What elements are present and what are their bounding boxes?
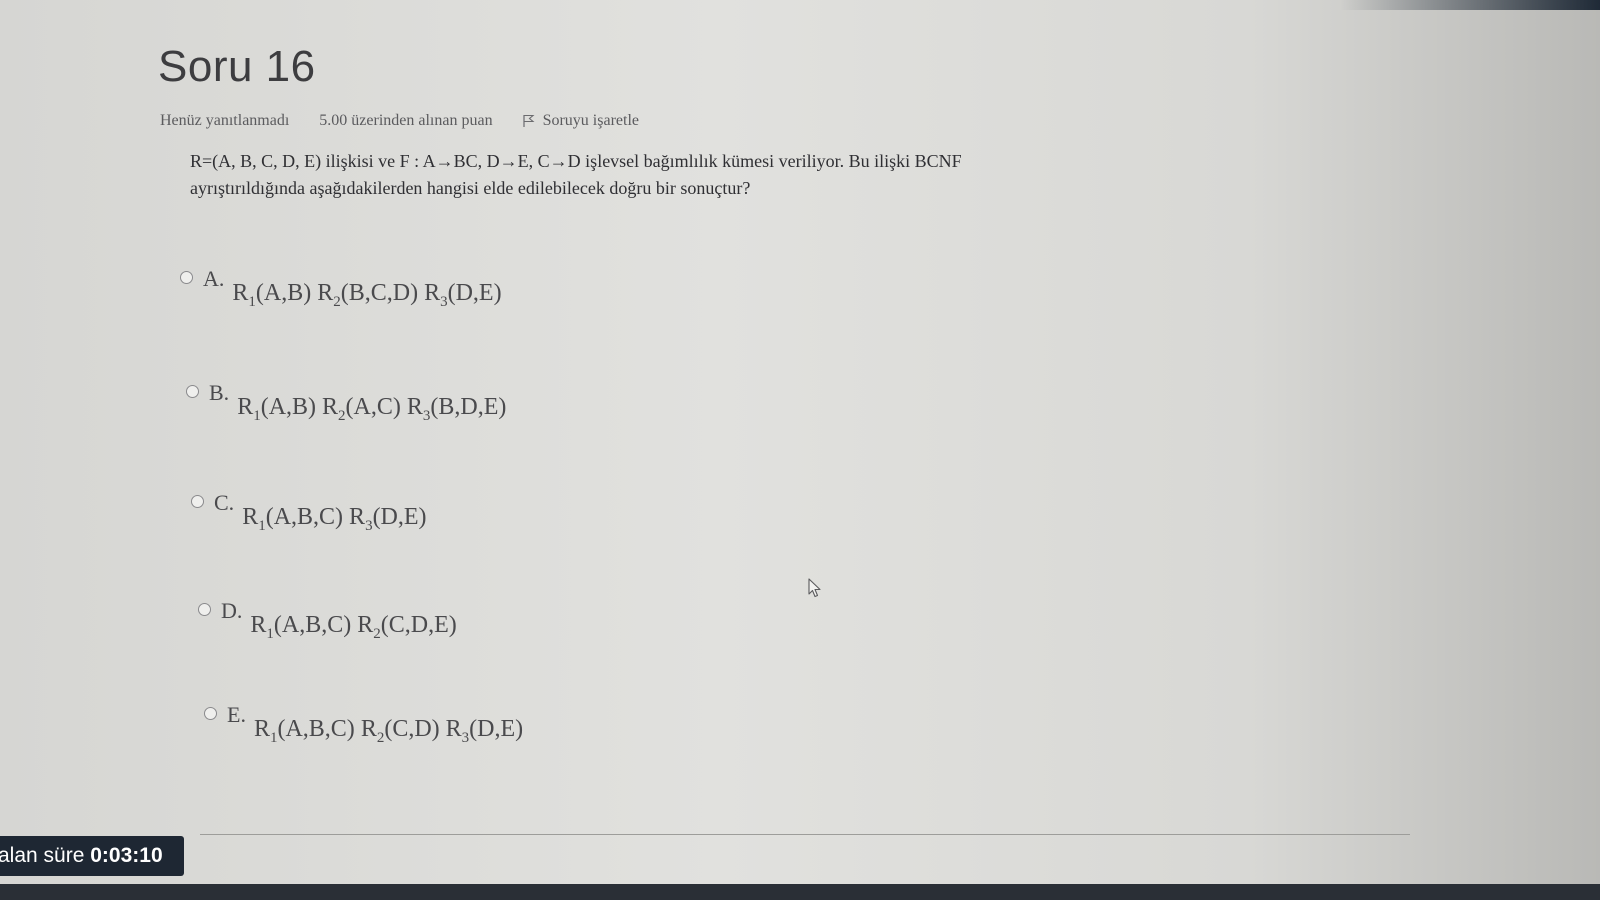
relation-attributes: (D,E) <box>372 504 427 530</box>
answer-list: A. R1(A,B) R2(B,C,D) R3(D,E) B. R1(A,B) … <box>0 0 1600 900</box>
relation-attributes: (B,C,D) <box>340 280 419 306</box>
relation: R1(A,B,C) <box>253 716 355 746</box>
relation-subscript: 3 <box>365 517 373 534</box>
relation: R2(A,C) <box>322 394 401 424</box>
relation: R1(A,B) <box>237 394 317 424</box>
footer-divider <box>200 834 1410 835</box>
flag-question-link[interactable]: Soruyu işaretle <box>522 112 639 130</box>
relation-subscript: 2 <box>373 625 381 642</box>
relation-name: R <box>237 394 254 420</box>
relation: R2(C,D) <box>360 716 440 746</box>
relation-attributes: (D,E) <box>469 716 524 742</box>
relation: R2(B,C,D) <box>317 280 419 310</box>
relation-subscript: 1 <box>258 517 266 534</box>
relation: R1(A,B,C) <box>250 612 352 642</box>
answer-text: R1(A,B) R2(B,C,D) R3(D,E) <box>232 280 501 315</box>
relation-attributes: (C,D) <box>384 716 440 742</box>
relation-attributes: (A,B) <box>260 394 317 420</box>
relation-name: R <box>322 394 339 420</box>
relation-name: R <box>232 280 249 306</box>
answer-text: R1(A,B,C) R2(C,D) R3(D,E) <box>254 716 523 751</box>
relation-attributes: (A,B,C) <box>273 612 352 638</box>
timer-value: 0:03:10 <box>90 844 163 867</box>
relation-subscript: 3 <box>440 293 448 310</box>
answer-text: R1(A,B,C) R3(D,E) <box>242 504 426 539</box>
relation-attributes: (C,D,E) <box>380 612 457 638</box>
relation: R1(A,B,C) <box>242 504 344 534</box>
relation-name: R <box>445 716 462 742</box>
relation: R3(B,D,E) <box>406 394 507 424</box>
relation-subscript: 1 <box>253 407 261 424</box>
relation-name: R <box>253 716 270 742</box>
relation-subscript: 1 <box>266 625 274 642</box>
answer-letter: E. <box>227 702 246 727</box>
answer-letter: D. <box>221 598 243 623</box>
answer-letter: A. <box>203 266 225 291</box>
answer-option-e[interactable]: E. R1(A,B,C) R2(C,D) R3(D,E) <box>204 704 523 751</box>
question-info: Henüz yanıtlanmadı 5.00 üzerinden alınan… <box>160 112 639 130</box>
relation-name: R <box>242 504 259 530</box>
answer-option-a[interactable]: A. R1(A,B) R2(B,C,D) R3(D,E) <box>180 268 502 315</box>
relation-attributes: (A,B,C) <box>277 716 355 742</box>
mouse-cursor-icon <box>808 578 821 598</box>
relation-name: R <box>357 612 374 638</box>
time-remaining: alan süre 0:03:10 <box>0 836 184 876</box>
question-status: Henüz yanıtlanmadı <box>160 112 290 130</box>
question-title: Soru 16 <box>158 42 316 91</box>
relation-name: R <box>406 394 423 420</box>
relation: R3(D,E) <box>424 280 502 310</box>
relation-attributes: (A,B,C) <box>265 504 344 530</box>
relation-attributes: (D,E) <box>447 280 502 306</box>
answer-option-d[interactable]: D. R1(A,B,C) R2(C,D,E) <box>198 600 457 647</box>
answer-text: R1(A,B,C) R2(C,D,E) <box>250 612 456 647</box>
relation: R3(D,E) <box>445 716 524 746</box>
relation-name: R <box>250 612 267 638</box>
radio-icon[interactable] <box>191 495 204 508</box>
relation-name: R <box>424 280 441 306</box>
relation-name: R <box>360 716 377 742</box>
radio-icon[interactable] <box>204 707 217 720</box>
flag-question-label: Soruyu işaretle <box>542 112 639 130</box>
relation: R3(D,E) <box>349 504 427 534</box>
radio-icon[interactable] <box>186 385 199 398</box>
relation-name: R <box>317 280 334 306</box>
answer-letter: B. <box>209 380 230 405</box>
bottom-taskbar <box>0 884 1600 900</box>
question-text: R=(A, B, C, D, E) ilişkisi ve F : A→BC, … <box>190 151 962 198</box>
relation: R1(A,B) <box>232 280 312 310</box>
relation-subscript: 2 <box>333 293 341 310</box>
radio-icon[interactable] <box>180 271 193 284</box>
radio-icon[interactable] <box>198 603 211 616</box>
relation: R2(C,D,E) <box>357 612 457 642</box>
relation-name: R <box>349 504 366 530</box>
question-grade: 5.00 üzerinden alınan puan <box>319 112 493 130</box>
answer-option-b[interactable]: B. R1(A,B) R2(A,C) R3(B,D,E) <box>186 382 506 429</box>
relation-subscript: 1 <box>248 293 256 310</box>
timer-label: alan süre <box>0 844 85 867</box>
relation-attributes: (A,B) <box>255 280 312 306</box>
top-window-strip <box>1340 0 1600 10</box>
flag-icon <box>522 115 535 128</box>
answer-text: R1(A,B) R2(A,C) R3(B,D,E) <box>237 394 506 429</box>
answer-letter: C. <box>214 490 235 515</box>
answer-option-c[interactable]: C. R1(A,B,C) R3(D,E) <box>191 492 427 539</box>
relation-subscript: 2 <box>338 407 346 424</box>
relation-attributes: (A,C) <box>345 394 401 420</box>
relation-attributes: (B,D,E) <box>430 394 507 420</box>
